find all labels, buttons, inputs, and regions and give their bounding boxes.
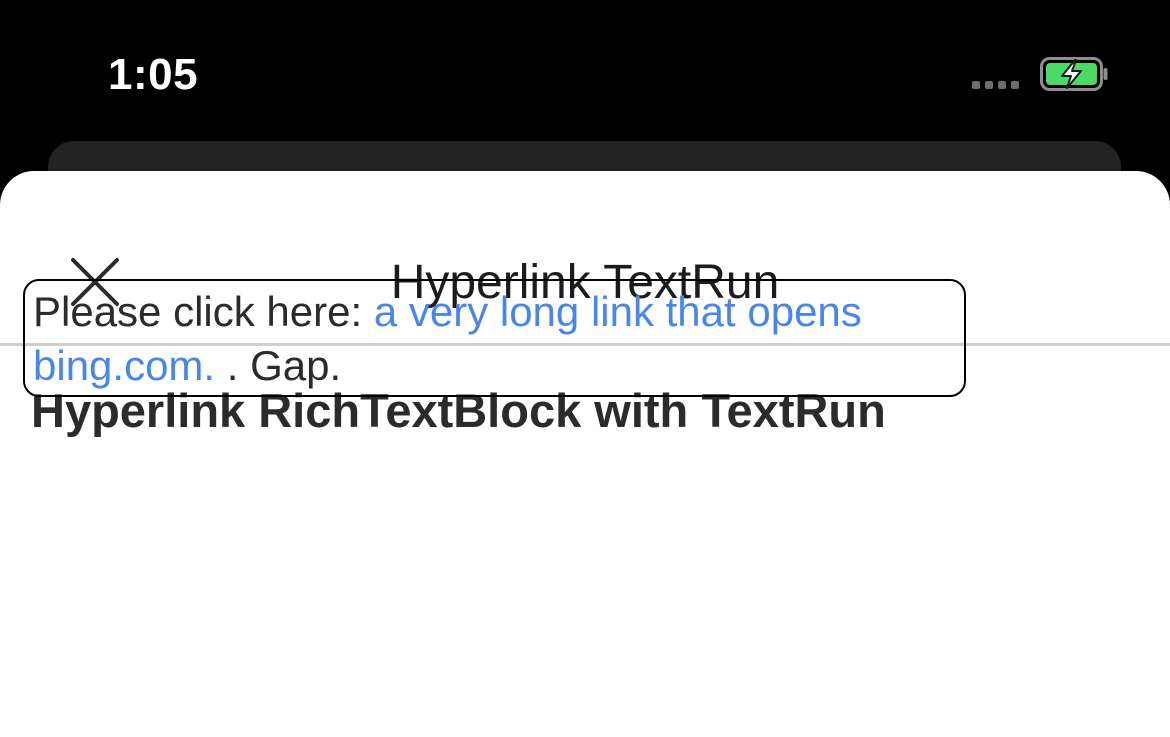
modal-sheet: Hyperlink TextRun Hyperlink RichTextBloc…	[0, 171, 1170, 737]
cellular-signal-icon	[972, 81, 1019, 89]
rich-text-block: Please click here: a very long link that…	[23, 279, 966, 397]
rich-text-suffix: . Gap.	[215, 342, 342, 389]
app-screen: 1:05 Hyperlink TextRun Hyperlink RichTex…	[0, 0, 1170, 737]
status-time: 1:05	[108, 50, 199, 99]
rich-text-prefix: Please click here:	[33, 288, 374, 335]
battery-charging-icon	[1040, 57, 1108, 91]
